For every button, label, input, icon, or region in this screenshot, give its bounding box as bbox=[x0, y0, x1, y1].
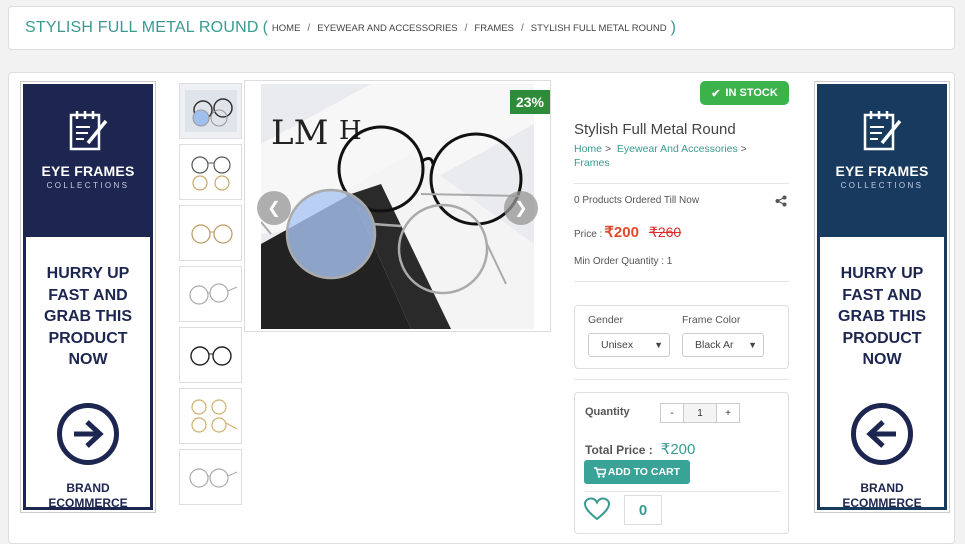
discount-badge: 23% bbox=[509, 90, 550, 114]
thumbnail[interactable] bbox=[179, 144, 242, 200]
thumbnail[interactable] bbox=[179, 327, 242, 383]
caret-down-icon: ▼ bbox=[748, 340, 757, 350]
product-image-viewer[interactable]: LM H 23% ❮ ❯ bbox=[244, 80, 551, 332]
add-to-cart-button[interactable]: ADD TO CART bbox=[584, 460, 690, 484]
breadcrumb-home[interactable]: HOME bbox=[272, 23, 301, 34]
frame-color-label: Frame Color bbox=[682, 314, 741, 326]
cart-icon bbox=[593, 466, 606, 478]
breadcrumb-close-paren: ) bbox=[670, 19, 676, 36]
banner-title: EYE FRAMES bbox=[41, 163, 135, 179]
total-price: Total Price : ₹200 bbox=[585, 441, 696, 458]
share-icon[interactable] bbox=[775, 195, 787, 207]
banner-hurry-text: HURRY UP FAST AND GRAB THIS PRODUCT NOW bbox=[44, 265, 132, 368]
banner-hurry-text: HURRY UP FAST AND GRAB THIS PRODUCT NOW bbox=[838, 265, 926, 368]
options-box: Gender Unisex ▼ Frame Color Black Ar ▼ bbox=[574, 305, 789, 369]
product-photo: LM H bbox=[261, 84, 534, 329]
stock-badge: ✔ IN STOCK bbox=[700, 81, 789, 105]
breadcrumb-frames[interactable]: FRAMES bbox=[474, 23, 514, 34]
total-price-value: ₹200 bbox=[660, 441, 696, 458]
gender-select[interactable]: Unisex ▼ bbox=[588, 333, 670, 357]
gender-label: Gender bbox=[588, 314, 624, 326]
crumb-frames[interactable]: Frames bbox=[574, 157, 610, 169]
thumbnail[interactable] bbox=[179, 388, 242, 444]
breadcrumb-current[interactable]: STYLISH FULL METAL ROUND bbox=[531, 23, 667, 34]
crumb-eyewear[interactable]: Eyewear And Accessories bbox=[617, 143, 738, 155]
breadcrumb-separator: / bbox=[307, 22, 311, 34]
page-title: STYLISH FULL METAL ROUND bbox=[25, 19, 259, 36]
arrow-left-icon bbox=[851, 402, 913, 465]
notepad-icon bbox=[863, 111, 902, 151]
chevron-left-icon[interactable]: ❮ bbox=[257, 191, 291, 225]
frame-color-select[interactable]: Black Ar ▼ bbox=[682, 333, 764, 357]
arrow-right-icon bbox=[57, 402, 119, 465]
product-title: Stylish Full Metal Round bbox=[574, 121, 736, 138]
qty-plus-button[interactable]: + bbox=[716, 403, 740, 423]
breadcrumb-separator: / bbox=[521, 22, 524, 34]
promo-banner-right[interactable]: EYE FRAMES COLLECTIONS HURRY UP FAST AND… bbox=[814, 81, 950, 513]
thumbnail[interactable] bbox=[179, 266, 242, 322]
banner-brand: BRAND ECOMMERCE bbox=[842, 480, 922, 510]
breadcrumb-eyewear[interactable]: EYEWEAR AND ACCESSORIES bbox=[317, 23, 457, 34]
breadcrumb-open-paren: ( bbox=[262, 19, 268, 36]
like-count: 0 bbox=[624, 495, 662, 525]
current-price: ₹200 bbox=[604, 224, 639, 241]
quantity-stepper: - 1 + bbox=[660, 403, 740, 423]
original-price: ₹260 bbox=[648, 224, 682, 240]
breadcrumb-separator: / bbox=[464, 22, 468, 34]
heart-icon[interactable] bbox=[584, 497, 610, 521]
banner-subtitle: COLLECTIONS bbox=[46, 181, 130, 190]
thumbnail[interactable] bbox=[179, 449, 242, 505]
min-order-quantity: Min Order Quantity : 1 bbox=[574, 256, 673, 267]
product-breadcrumb: Home > Eyewear And Accessories > Frames bbox=[574, 143, 747, 169]
caret-down-icon: ▼ bbox=[654, 340, 663, 350]
svg-text:LM: LM bbox=[271, 113, 328, 153]
breadcrumb: STYLISH FULL METAL ROUND ( HOME / EYEWEA… bbox=[8, 6, 955, 50]
cart-box: Quantity - 1 + Total Price : ₹200 ADD TO… bbox=[574, 392, 789, 534]
banner-brand: BRAND ECOMMERCE bbox=[48, 480, 128, 510]
price-row: Price : ₹200 ₹260 bbox=[574, 223, 681, 241]
thumbnail[interactable] bbox=[179, 205, 242, 261]
product-panel: EYE FRAMES COLLECTIONS HURRY UP FAST AND… bbox=[8, 72, 955, 544]
quantity-label: Quantity bbox=[585, 406, 630, 418]
ordered-count: 0 Products Ordered Till Now bbox=[574, 195, 700, 206]
notepad-icon bbox=[69, 111, 108, 151]
thumbnail[interactable] bbox=[179, 83, 242, 139]
price-label: Price : bbox=[574, 229, 603, 240]
thumbnail-list bbox=[179, 83, 242, 510]
banner-subtitle: COLLECTIONS bbox=[840, 181, 924, 190]
qty-input[interactable]: 1 bbox=[684, 403, 716, 423]
qty-minus-button[interactable]: - bbox=[660, 403, 684, 423]
check-icon: ✔ bbox=[711, 87, 721, 100]
crumb-home[interactable]: Home bbox=[574, 143, 602, 155]
promo-banner-left[interactable]: EYE FRAMES COLLECTIONS HURRY UP FAST AND… bbox=[20, 81, 156, 513]
chevron-right-icon[interactable]: ❯ bbox=[504, 191, 538, 225]
banner-title: EYE FRAMES bbox=[835, 163, 929, 179]
